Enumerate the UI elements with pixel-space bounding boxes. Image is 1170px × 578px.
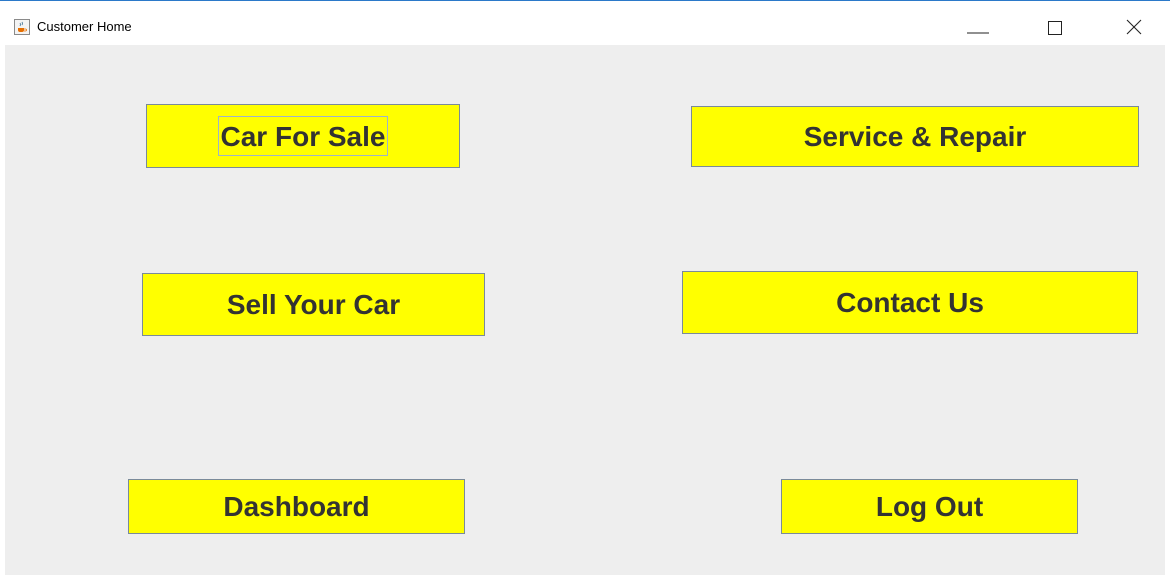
contact-us-button[interactable]: Contact Us (682, 271, 1138, 334)
car-for-sale-label: Car For Sale (217, 116, 389, 156)
main-panel: Car For Sale Service & Repair Sell Your … (5, 45, 1165, 575)
dashboard-button[interactable]: Dashboard (128, 479, 465, 534)
minimize-button[interactable] (952, 3, 998, 46)
app-window: Customer Home Car For Sale Service & Rep… (0, 0, 1170, 578)
maximize-icon (1048, 21, 1062, 35)
dashboard-label: Dashboard (223, 490, 370, 522)
java-cup-icon (14, 19, 30, 35)
title-bar[interactable]: Customer Home (0, 2, 1170, 45)
contact-us-label: Contact Us (836, 286, 984, 318)
maximize-button[interactable] (1040, 3, 1086, 46)
sell-your-car-label: Sell Your Car (226, 288, 401, 320)
log-out-button[interactable]: Log Out (781, 479, 1078, 534)
service-repair-button[interactable]: Service & Repair (691, 106, 1139, 167)
minimize-icon (967, 32, 989, 34)
log-out-label: Log Out (875, 490, 984, 522)
close-icon (1126, 19, 1142, 35)
car-for-sale-button[interactable]: Car For Sale (146, 104, 460, 168)
window-title: Customer Home (37, 19, 132, 34)
sell-your-car-button[interactable]: Sell Your Car (142, 273, 485, 336)
service-repair-label: Service & Repair (803, 120, 1027, 152)
close-button[interactable] (1114, 3, 1160, 46)
